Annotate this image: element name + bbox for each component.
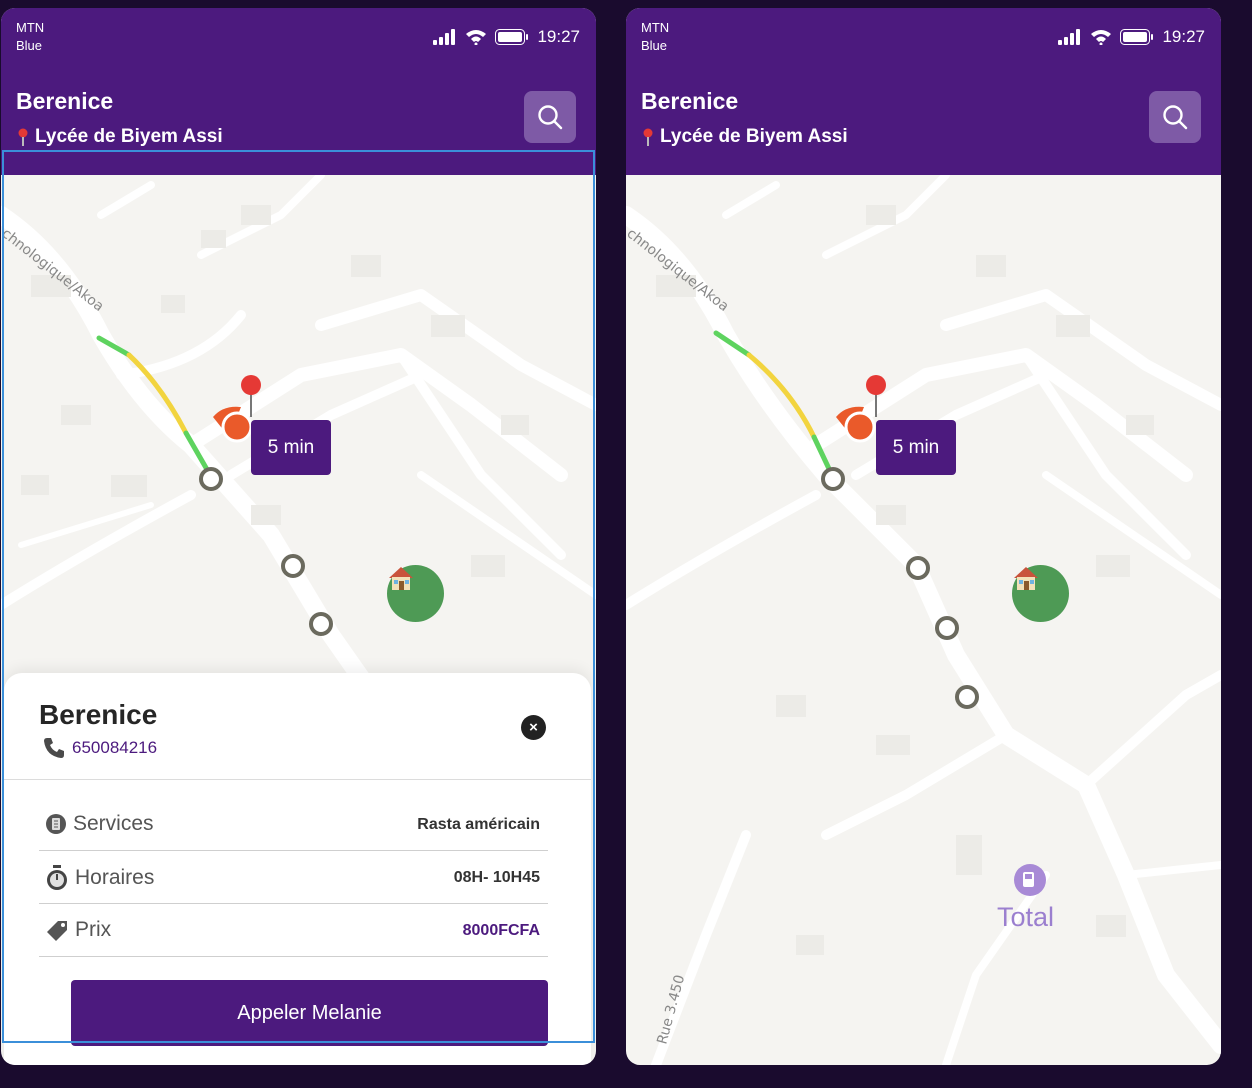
phone-number: 650084216 [72, 738, 158, 757]
battery-icon [1120, 29, 1154, 45]
divider [4, 779, 591, 780]
map-view[interactable]: chnologique/Akoa Rue 3.450 5 min Total [626, 175, 1221, 1065]
signal-icon [433, 29, 456, 45]
status-time: 19:27 [537, 27, 580, 46]
destination-pin-icon[interactable] [241, 375, 261, 395]
route-waypoint[interactable] [199, 467, 223, 491]
eta-bubble: 5 min [876, 420, 956, 475]
signal-icon [1058, 29, 1081, 45]
provider-name: Berenice [39, 699, 158, 730]
row-value: 8000FCFA [462, 922, 540, 939]
phone-screen-left: MTN Blue 19:27 Berenice Lycée de Biyem A… [1, 8, 596, 1065]
wifi-icon [1091, 30, 1112, 45]
search-icon [538, 105, 563, 130]
home-marker[interactable] [1012, 565, 1069, 622]
search-icon [1163, 105, 1188, 130]
row-label: Services [73, 812, 154, 835]
phone-icon [44, 738, 64, 758]
row-value: Rasta américain [417, 816, 540, 833]
poi-label[interactable]: Total [997, 902, 1054, 933]
map-roads: chnologique/Akoa Rue 3.450 [626, 175, 1221, 1065]
row-label: Horaires [75, 866, 155, 889]
provider-details-sheet: Berenice 650084216 × Services Rasta amér… [4, 673, 591, 1065]
status-icons: 19:27 [433, 27, 580, 47]
carrier-name: MTN Blue [16, 20, 45, 53]
status-icons: 19:27 [1058, 27, 1205, 47]
close-button[interactable]: × [521, 715, 546, 740]
app-header: MTN Blue 19:27 Berenice Lycée de Biyem A… [626, 8, 1221, 175]
phone-screen-right: MTN Blue 19:27 Berenice Lycée de Biyem A… [626, 8, 1221, 1065]
battery-icon [495, 29, 529, 45]
origin-marker[interactable] [221, 411, 253, 443]
route-waypoint[interactable] [955, 685, 979, 709]
search-button[interactable] [1149, 91, 1201, 143]
pushpin-icon [643, 128, 653, 146]
pushpin-icon [18, 128, 28, 146]
app-header: MTN Blue 19:27 Berenice Lycée de Biyem A… [1, 8, 596, 175]
route-waypoint[interactable] [906, 556, 930, 580]
call-button[interactable]: Appeler Melanie [71, 980, 548, 1046]
services-icon [46, 814, 66, 834]
house-icon [389, 567, 413, 590]
destination-pin-icon[interactable] [866, 375, 886, 395]
house-icon [1014, 567, 1038, 590]
route-waypoint[interactable] [935, 616, 959, 640]
page-title: Berenice [641, 88, 739, 114]
route-waypoint[interactable] [309, 612, 333, 636]
home-marker[interactable] [387, 565, 444, 622]
origin-marker[interactable] [844, 411, 876, 443]
page-title: Berenice [16, 88, 114, 114]
eta-bubble: 5 min [251, 420, 331, 475]
wifi-icon [466, 30, 487, 45]
route-waypoint[interactable] [821, 467, 845, 491]
street-label: Rue 3.450 [654, 973, 688, 1046]
search-button[interactable] [524, 91, 576, 143]
detail-row-hours: Horaires 08H- 10H45 [39, 852, 548, 904]
route-waypoint[interactable] [281, 554, 305, 578]
street-label: chnologique/Akoa [1, 226, 107, 315]
stopwatch-icon [47, 865, 67, 890]
location-line: Lycée de Biyem Assi [16, 126, 223, 148]
status-time: 19:27 [1162, 27, 1205, 46]
row-value: 08H- 10H45 [453, 869, 540, 886]
detail-row-price: Prix 8000FCFA [39, 905, 548, 957]
row-label: Prix [75, 918, 112, 941]
carrier-name: MTN Blue [641, 20, 670, 53]
price-tag-icon [47, 921, 67, 941]
location-line: Lycée de Biyem Assi [641, 126, 848, 148]
street-label: chnologique/Akoa [626, 226, 732, 315]
location-label: Lycée de Biyem Assi [35, 126, 223, 147]
detail-row-services: Services Rasta américain [39, 799, 548, 851]
location-label: Lycée de Biyem Assi [660, 126, 848, 147]
close-icon: × [529, 719, 538, 736]
provider-phone[interactable]: 650084216 [42, 736, 157, 760]
